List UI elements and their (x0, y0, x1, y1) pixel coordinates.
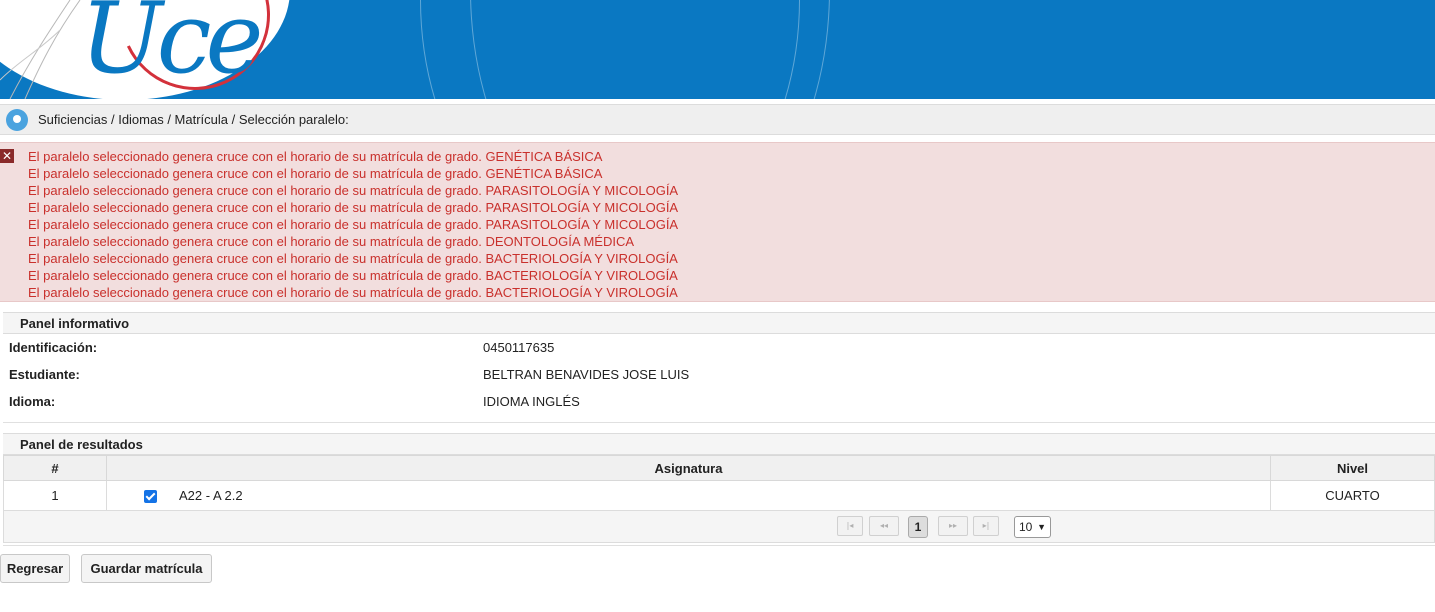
error-message: El paralelo seleccionado genera cruce co… (28, 234, 635, 249)
breadcrumb-text: Suficiencias / Idiomas / Matrícula / Sel… (38, 112, 349, 127)
info-label: Identificación: (9, 340, 98, 355)
back-button[interactable]: Regresar (0, 554, 70, 583)
column-header-nivel[interactable]: Nivel (1270, 455, 1435, 481)
error-message: El paralelo seleccionado genera cruce co… (28, 183, 679, 198)
table-header-row: # Asignatura Nivel (3, 455, 1435, 481)
column-header-asignatura[interactable]: Asignatura (106, 455, 1271, 481)
paginator: |◂ ◂◂ 1 ▸▸ ▸| 10 ▼ (3, 511, 1435, 543)
info-row-estudiante: Estudiante: BELTRAN BENAVIDES JOSE LUIS (3, 361, 1435, 388)
info-label: Estudiante: (9, 367, 80, 382)
page-size-value: 10 (1019, 520, 1033, 534)
info-value: 0450117635 (483, 340, 555, 355)
banner-decoration (470, 0, 830, 99)
table-row[interactable]: 1 A22 - A 2.2 CUARTO (3, 480, 1435, 511)
results-table: # Asignatura Nivel 1 A22 - A 2.2 CUARTO (3, 455, 1435, 511)
error-message: El paralelo seleccionado genera cruce co… (28, 217, 679, 232)
university-logo[interactable]: Uce (80, 0, 264, 96)
error-message: El paralelo seleccionado genera cruce co… (28, 251, 678, 266)
next-page-button[interactable]: ▸▸ (938, 516, 968, 536)
error-message: El paralelo seleccionado genera cruce co… (28, 285, 678, 300)
error-close-icon[interactable]: ✕ (0, 149, 14, 163)
info-row-identificacion: Identificación: 0450117635 (3, 334, 1435, 361)
column-header-number[interactable]: # (3, 455, 107, 481)
row-number: 1 (3, 480, 107, 511)
first-page-button[interactable]: |◂ (837, 516, 863, 536)
location-pin-icon (6, 108, 28, 131)
error-message: El paralelo seleccionado genera cruce co… (28, 166, 603, 181)
error-message: El paralelo seleccionado genera cruce co… (28, 149, 603, 164)
current-page-button[interactable]: 1 (908, 516, 928, 538)
info-value: IDIOMA INGLÉS (483, 394, 580, 409)
info-panel-title: Panel informativo (3, 312, 1435, 334)
last-page-button[interactable]: ▸| (973, 516, 999, 536)
info-panel: Panel informativo Identificación: 045011… (3, 312, 1435, 423)
error-message: El paralelo seleccionado genera cruce co… (28, 268, 678, 283)
asignatura-cell: A22 - A 2.2 (106, 480, 1271, 511)
save-enrollment-button[interactable]: Guardar matrícula (81, 554, 212, 583)
error-messages: ✕ El paralelo seleccionado genera cruce … (0, 142, 1435, 302)
nivel-cell: CUARTO (1270, 480, 1435, 511)
select-checkbox[interactable] (144, 490, 157, 504)
results-panel-title: Panel de resultados (3, 433, 1435, 455)
asignatura-name: A22 - A 2.2 (179, 487, 243, 503)
error-message: El paralelo seleccionado genera cruce co… (28, 200, 679, 215)
page-size-select[interactable]: 10 ▼ (1014, 516, 1051, 538)
info-value: BELTRAN BENAVIDES JOSE LUIS (483, 367, 690, 382)
chevron-down-icon: ▼ (1037, 522, 1046, 532)
info-label: Idioma: (9, 394, 56, 409)
info-row-idioma: Idioma: IDIOMA INGLÉS (3, 388, 1435, 415)
results-panel: Panel de resultados # Asignatura Nivel 1… (3, 433, 1435, 546)
header-banner: Uce (0, 0, 1435, 99)
breadcrumb: Suficiencias / Idiomas / Matrícula / Sel… (0, 104, 1435, 135)
prev-page-button[interactable]: ◂◂ (869, 516, 899, 536)
